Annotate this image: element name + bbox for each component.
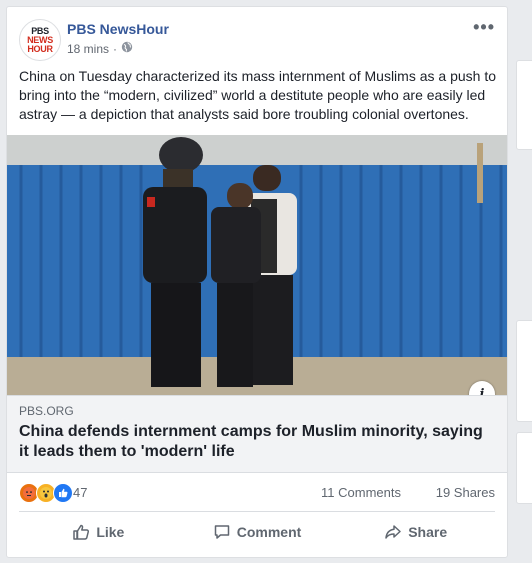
link-preview[interactable]: PBS.ORG China defends internment camps f… bbox=[7, 395, 507, 473]
reaction-count[interactable]: 47 bbox=[73, 485, 87, 500]
like-icon bbox=[53, 483, 73, 503]
page-avatar[interactable]: PBS NEWS HOUR bbox=[19, 19, 61, 61]
globe-icon[interactable] bbox=[121, 41, 133, 56]
more-options-icon[interactable]: ••• bbox=[473, 17, 495, 38]
adjacent-card-middle bbox=[516, 320, 532, 422]
post-meta: 18 mins · bbox=[67, 41, 133, 56]
post-timestamp[interactable]: 18 mins bbox=[67, 42, 109, 56]
post-actions: Like Comment Share bbox=[19, 515, 495, 549]
shares-count[interactable]: 19 Shares bbox=[436, 485, 495, 500]
photo-illustration bbox=[7, 135, 507, 395]
link-domain: PBS.ORG bbox=[19, 404, 74, 418]
reactions-bar: 47 11 Comments 19 Shares bbox=[19, 483, 495, 503]
post-image[interactable]: i bbox=[7, 135, 507, 395]
share-label: Share bbox=[408, 524, 448, 540]
like-label: Like bbox=[96, 524, 125, 540]
comment-icon bbox=[213, 523, 231, 541]
post-text: China on Tuesday characterized its mass … bbox=[19, 68, 496, 122]
post-card: PBS NEWS HOUR PBS NewsHour 18 mins · •••… bbox=[6, 6, 508, 558]
reaction-icons[interactable] bbox=[19, 483, 73, 503]
share-icon bbox=[384, 523, 402, 541]
adjacent-card-bottom bbox=[516, 432, 532, 504]
comment-label: Comment bbox=[236, 524, 302, 540]
meta-separator: · bbox=[113, 41, 118, 56]
page-name-link[interactable]: PBS NewsHour bbox=[67, 21, 169, 37]
action-divider bbox=[19, 511, 495, 512]
link-headline[interactable]: China defends internment camps for Musli… bbox=[19, 422, 489, 462]
share-button[interactable]: Share bbox=[336, 515, 495, 549]
comment-button[interactable]: Comment bbox=[178, 515, 337, 549]
adjacent-card-top bbox=[516, 60, 532, 150]
logo-text-hour: HOUR bbox=[27, 43, 53, 54]
like-button[interactable]: Like bbox=[19, 515, 178, 549]
thumbs-up-icon bbox=[72, 523, 90, 541]
comments-count[interactable]: 11 Comments bbox=[321, 485, 401, 500]
